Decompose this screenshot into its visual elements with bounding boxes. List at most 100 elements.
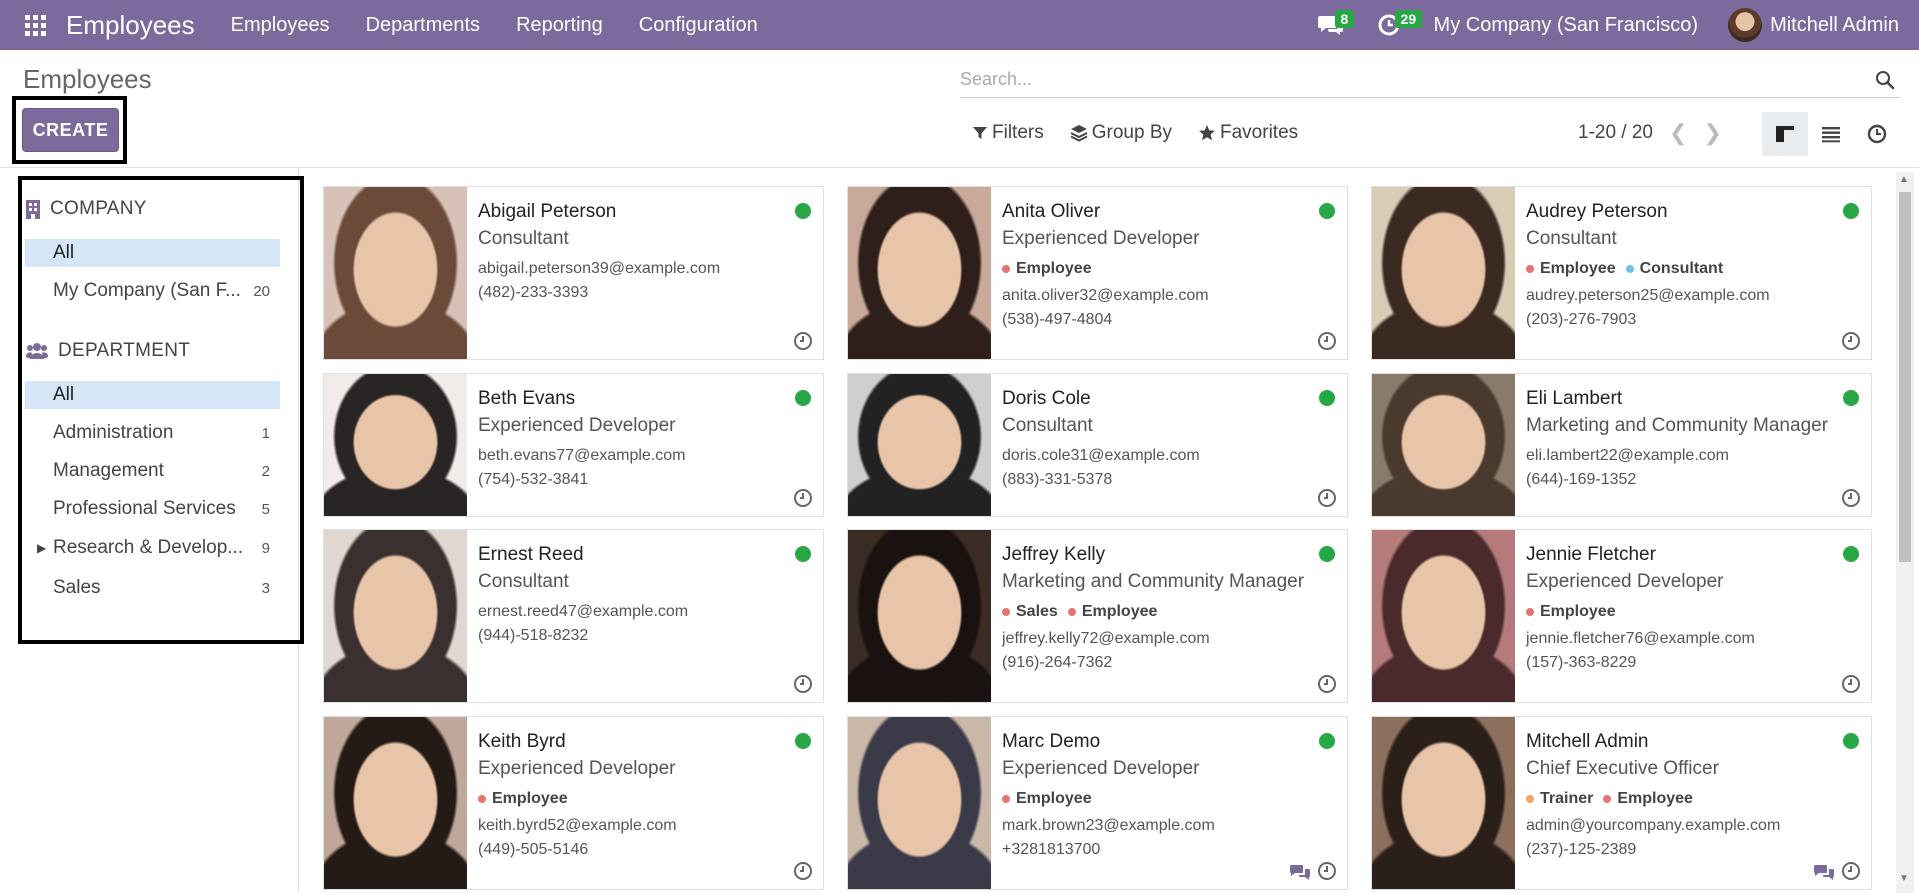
- department-filter-research-development[interactable]: ▶ Research & Develop... 9: [25, 534, 280, 562]
- employee-card[interactable]: Jeffrey Kelly Marketing and Community Man…: [847, 529, 1348, 703]
- employee-tag: Employee: [478, 790, 568, 808]
- menu-employees[interactable]: Employees: [231, 14, 330, 37]
- tag-color-dot: [1526, 795, 1534, 803]
- create-button[interactable]: CREATE: [22, 108, 119, 152]
- employee-tags: Employee Consultant: [1526, 260, 1733, 278]
- activity-clock-icon[interactable]: [1841, 488, 1861, 508]
- scroll-down-icon[interactable]: ▼: [1899, 873, 1909, 884]
- kanban-icon: [1776, 126, 1794, 142]
- apps-menu-icon[interactable]: [0, 0, 70, 50]
- company-switcher[interactable]: My Company (San Francisco): [1434, 14, 1699, 37]
- employee-email: abigail.peterson39@example.com: [478, 260, 721, 277]
- presence-status-dot: [795, 733, 811, 749]
- activity-view-button[interactable]: [1854, 112, 1900, 156]
- activity-clock-icon[interactable]: [1317, 861, 1337, 881]
- activity-clock-icon[interactable]: [1317, 488, 1337, 508]
- user-menu[interactable]: Mitchell Admin: [1728, 8, 1899, 42]
- presence-status-dot: [1843, 390, 1859, 406]
- employee-job-title: Consultant: [1526, 228, 1617, 249]
- activity-clock-icon[interactable]: [793, 674, 813, 694]
- employee-name: Beth Evans: [478, 388, 576, 409]
- company-filter-my-company[interactable]: My Company (San F... 20: [25, 277, 280, 305]
- employee-card[interactable]: Keith Byrd Experienced Developer Employee k…: [323, 716, 824, 890]
- employee-email: jennie.fletcher76@example.com: [1526, 630, 1755, 647]
- presence-status-dot: [795, 203, 811, 219]
- employee-tag-label: Employee: [1540, 260, 1616, 277]
- filter-icon: [973, 127, 987, 139]
- scrollbar-thumb[interactable]: [1899, 192, 1911, 562]
- kanban-view-button[interactable]: [1762, 112, 1808, 156]
- department-filter-all[interactable]: All: [25, 381, 280, 409]
- company-filter-all[interactable]: All: [25, 239, 280, 267]
- caret-right-icon[interactable]: ▶: [37, 541, 46, 555]
- department-filter-count: 1: [261, 424, 270, 442]
- pager-next-icon[interactable]: ❯: [1703, 120, 1721, 146]
- employee-tag-label: Employee: [1081, 603, 1158, 620]
- employee-tags: Employee: [1002, 260, 1102, 278]
- employee-phone: (916)-264-7362: [1002, 654, 1113, 671]
- scroll-up-icon[interactable]: ▲: [1899, 174, 1909, 185]
- employee-job-title: Consultant: [478, 228, 569, 249]
- employee-card[interactable]: Beth Evans Experienced Developer beth.evan…: [323, 373, 824, 517]
- groupby-toggle[interactable]: Group By: [1070, 122, 1172, 144]
- department-filter-label: Sales: [53, 577, 101, 598]
- department-filter-count: 2: [261, 462, 270, 480]
- menu-configuration[interactable]: Configuration: [639, 14, 758, 37]
- activity-clock-icon[interactable]: [1317, 331, 1337, 351]
- users-icon: [26, 343, 48, 359]
- app-brand[interactable]: Employees: [66, 10, 195, 41]
- employee-card[interactable]: Jennie Fletcher Experienced Developer Empl…: [1371, 529, 1872, 703]
- employee-photo: [848, 187, 991, 359]
- department-filter-professional-services[interactable]: Professional Services 5: [25, 495, 280, 523]
- employee-email: anita.oliver32@example.com: [1002, 287, 1209, 304]
- messaging-menu[interactable]: 8: [1317, 10, 1355, 36]
- filters-toggle[interactable]: Filters: [972, 122, 1044, 144]
- department-filter-sales[interactable]: Sales 3: [25, 574, 280, 602]
- tag-color-dot: [1526, 265, 1534, 273]
- employee-photo: [1372, 717, 1515, 889]
- employee-tags: Trainer Employee: [1526, 790, 1703, 808]
- search-icon[interactable]: [1870, 70, 1900, 90]
- employee-job-title: Consultant: [478, 571, 569, 592]
- activity-clock-icon[interactable]: [1841, 331, 1861, 351]
- search-input[interactable]: [960, 69, 1870, 90]
- employee-job-title: Experienced Developer: [1002, 228, 1200, 249]
- employee-card[interactable]: Abigail Peterson Consultant abigail.peters…: [323, 186, 824, 360]
- employee-card[interactable]: Ernest Reed Consultant ernest.reed47@examp…: [323, 529, 824, 703]
- activity-clock-icon[interactable]: [793, 331, 813, 351]
- employee-card[interactable]: Doris Cole Consultant doris.cole31@example…: [847, 373, 1348, 517]
- employee-tag-label: Consultant: [1639, 260, 1724, 277]
- pager-value[interactable]: 1-20 / 20: [1578, 122, 1653, 144]
- tag-color-dot: [1002, 795, 1010, 803]
- employee-card[interactable]: Marc Demo Experienced Developer Employee ma…: [847, 716, 1348, 890]
- favorites-toggle[interactable]: Favorites: [1198, 122, 1298, 144]
- activity-menu[interactable]: 29: [1378, 10, 1423, 36]
- presence-status-dot: [1319, 546, 1335, 562]
- activity-clock-icon[interactable]: [793, 488, 813, 508]
- employee-card[interactable]: Eli Lambert Marketing and Community Manag…: [1371, 373, 1872, 517]
- menu-reporting[interactable]: Reporting: [516, 14, 603, 37]
- employee-job-title: Experienced Developer: [1002, 758, 1200, 779]
- employee-card[interactable]: Audrey Peterson Consultant Employee Consult…: [1371, 186, 1872, 360]
- employee-photo: [324, 374, 467, 516]
- activity-clock-icon[interactable]: [793, 861, 813, 881]
- employee-photo: [1372, 374, 1515, 516]
- employee-tag: Employee: [1067, 603, 1158, 621]
- activity-clock-icon[interactable]: [1841, 674, 1861, 694]
- employee-card[interactable]: Anita Oliver Experienced Developer Employe…: [847, 186, 1348, 360]
- message-count-icon[interactable]: [1813, 863, 1835, 881]
- employee-phone: +3281813700: [1002, 841, 1101, 858]
- employee-email: beth.evans77@example.com: [478, 447, 686, 464]
- message-count-icon[interactable]: [1289, 863, 1311, 881]
- pager-previous-icon[interactable]: ❮: [1669, 120, 1687, 146]
- activity-clock-icon[interactable]: [1841, 861, 1861, 881]
- department-filter-management[interactable]: Management 2: [25, 457, 280, 485]
- employee-tag: Employee: [1526, 260, 1616, 278]
- menu-departments[interactable]: Departments: [366, 14, 481, 37]
- activity-clock-icon[interactable]: [1317, 674, 1337, 694]
- department-filter-administration[interactable]: Administration 1: [25, 419, 280, 447]
- list-view-button[interactable]: [1808, 112, 1854, 156]
- employee-card[interactable]: Mitchell Admin Chief Executive Officer Tra…: [1371, 716, 1872, 890]
- presence-status-dot: [1843, 203, 1859, 219]
- presence-status-dot: [795, 546, 811, 562]
